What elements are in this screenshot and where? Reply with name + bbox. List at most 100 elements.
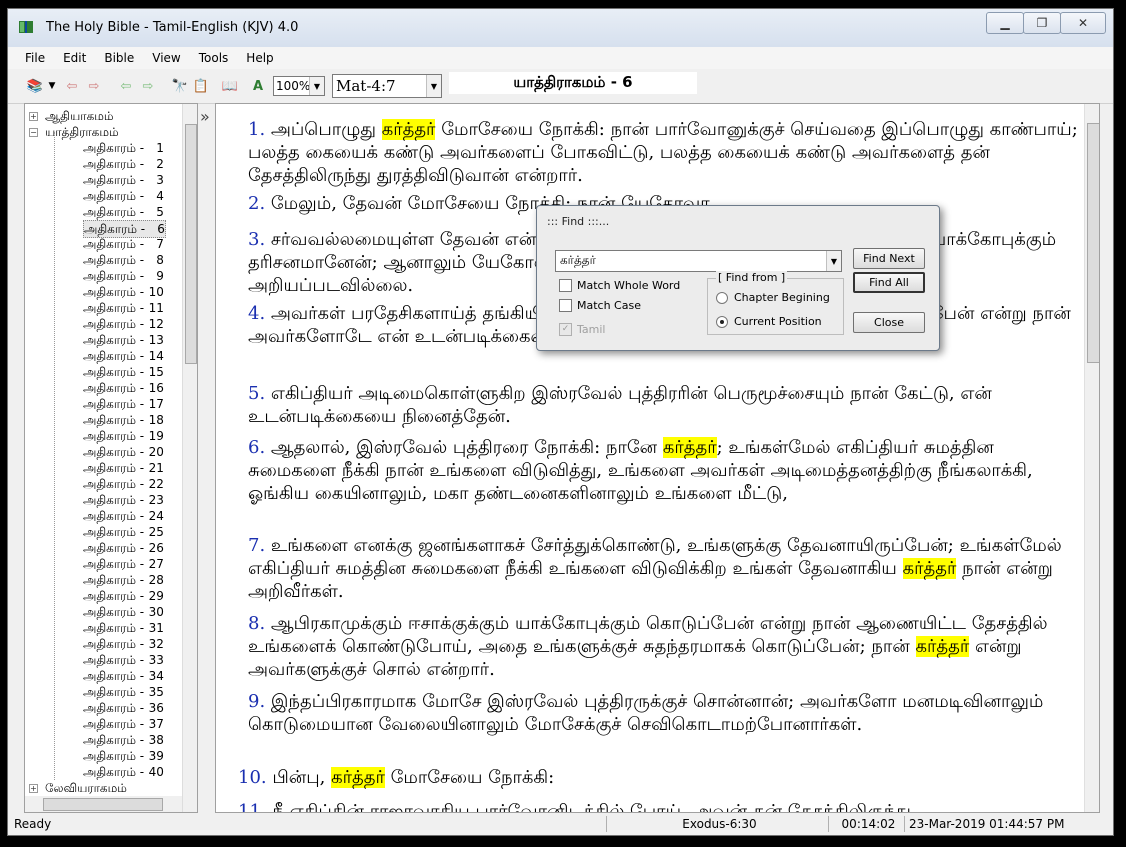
- chevron-down-icon[interactable]: ▼: [426, 75, 441, 97]
- tree-chapter-item[interactable]: அதிகாரம் - 24: [83, 508, 164, 524]
- tree-chapter-number: 23: [148, 493, 164, 507]
- tree-chapter-item[interactable]: அதிகாரம் - 27: [83, 556, 164, 572]
- tree-chapter-number: 16: [148, 381, 164, 395]
- book-icon[interactable]: 📖: [221, 77, 239, 95]
- tree-vertical-scrollbar[interactable]: [182, 104, 197, 812]
- tree-chapter-number: 8: [156, 253, 164, 267]
- tree-chapter-item[interactable]: அதிகாரம் - 31: [83, 620, 164, 636]
- tree-chapter-item[interactable]: அதிகாரம் - 5: [83, 204, 164, 220]
- tree-chapter-item[interactable]: அதிகாரம் - 23: [83, 492, 164, 508]
- tree-chapter-item[interactable]: அதிகாரம் - 30: [83, 604, 164, 620]
- expand-icon[interactable]: +: [29, 784, 38, 793]
- find-all-button[interactable]: Find All: [853, 272, 925, 293]
- find-next-button[interactable]: Find Next: [853, 248, 925, 269]
- tree-chapter-item[interactable]: அதிகாரம் - 9: [83, 268, 164, 284]
- tree-book-item[interactable]: − யாத்திராகமம்: [29, 124, 119, 140]
- next-chapter-icon[interactable]: ⇨: [139, 77, 157, 95]
- book-tree[interactable]: + ஆதியாகமம் − யாத்திராகமம் அதிகாரம் - 1 அதிகா…: [24, 103, 198, 813]
- zoom-select[interactable]: 100% ▼: [273, 76, 325, 96]
- chevron-down-icon[interactable]: ▼: [309, 77, 324, 95]
- verse: 7. உங்களை எனக்கு ஜனங்களாகச் சேர்த்துக்கொ…: [248, 534, 1078, 603]
- tree-chapter-item[interactable]: அதிகாரம் - 33: [83, 652, 164, 668]
- tree-chapter-item[interactable]: அதிகாரம் - 15: [83, 364, 164, 380]
- tree-chapter-item[interactable]: அதிகாரம் - 13: [83, 332, 164, 348]
- forward-arrow-icon[interactable]: ⇨: [85, 77, 103, 95]
- tree-chapter-item[interactable]: அதிகாரம் - 28: [83, 572, 164, 588]
- expand-icon[interactable]: +: [29, 112, 38, 121]
- verse: 8. ஆபிரகாமுக்கும் ஈசாக்குக்கும் யாக்கோபு…: [248, 612, 1078, 681]
- tree-chapter-item[interactable]: அதிகாரம் - 25: [83, 524, 164, 540]
- books-icon[interactable]: 📚: [26, 77, 44, 95]
- content-vertical-scrollbar[interactable]: [1084, 104, 1099, 812]
- menu-tools[interactable]: Tools: [190, 51, 238, 65]
- tree-chapter-item[interactable]: அதிகாரம் - 40: [83, 764, 164, 780]
- tree-chapter-item[interactable]: அதிகாரம் - 39: [83, 748, 164, 764]
- tree-horizontal-scrollbar[interactable]: [25, 796, 182, 812]
- menu-file[interactable]: File: [8, 51, 54, 65]
- tree-chapter-item[interactable]: அதிகாரம் - 37: [83, 716, 164, 732]
- tree-chapter-item[interactable]: அதிகாரம் - 34: [83, 668, 164, 684]
- tree-chapter-item[interactable]: அதிகாரம் - 19: [83, 428, 164, 444]
- minimize-button[interactable]: ▁: [986, 12, 1024, 34]
- tree-chapter-item[interactable]: அதிகாரம் - 8: [83, 252, 164, 268]
- tree-chapter-item[interactable]: அதிகாரம் - 16: [83, 380, 164, 396]
- tree-chapter-item[interactable]: அதிகாரம் - 29: [83, 588, 164, 604]
- status-elapsed: 00:14:02: [828, 816, 904, 832]
- tree-chapter-item[interactable]: அதிகாரம் - 7: [83, 236, 164, 252]
- tree-chapter-item[interactable]: அதிகாரம் - 17: [83, 396, 164, 412]
- tree-chapter-item[interactable]: அதிகாரம் - 21: [83, 460, 164, 476]
- tree-chapter-item[interactable]: அதிகாரம் - 26: [83, 540, 164, 556]
- verse-text: பின்பு,: [272, 767, 332, 788]
- close-window-button[interactable]: ✕: [1060, 12, 1106, 34]
- tree-chapter-item[interactable]: அதிகாரம் - 32: [83, 636, 164, 652]
- tree-chapter-item[interactable]: அதிகாரம் - 20: [83, 444, 164, 460]
- tree-chapter-item[interactable]: அதிகாரம் - 36: [83, 700, 164, 716]
- tree-chapter-item[interactable]: அதிகாரம் - 4: [83, 188, 164, 204]
- back-arrow-icon[interactable]: ⇦: [63, 77, 81, 95]
- tree-chapter-item[interactable]: அதிகாரம் - 3: [83, 172, 164, 188]
- binoculars-icon[interactable]: 🔭: [171, 77, 189, 95]
- title-bar[interactable]: The Holy Bible - Tamil-English (KJV) 4.0…: [8, 9, 1113, 47]
- menu-help[interactable]: Help: [237, 51, 282, 65]
- tree-chapter-number: 20: [148, 445, 164, 459]
- maximize-button[interactable]: ❐: [1023, 12, 1061, 34]
- status-position: Exodus-6:30: [606, 816, 828, 832]
- tree-chapter-item[interactable]: அதிகாரம் - 38: [83, 732, 164, 748]
- tree-chapter-item[interactable]: அதிகாரம் - 22: [83, 476, 164, 492]
- chapter-beginning-radio[interactable]: Chapter Begining: [716, 291, 830, 304]
- tree-book-item[interactable]: + லேவியராகமம்: [29, 780, 127, 796]
- menu-bible[interactable]: Bible: [95, 51, 143, 65]
- tree-chapter-item[interactable]: அதிகாரம் - 10: [83, 284, 164, 300]
- tree-hscroll-thumb[interactable]: [43, 798, 163, 811]
- verse: 9. இந்தப்பிரகாரமாக மோசே இஸ்ரவேல் புத்திர…: [248, 690, 1078, 736]
- menu-view[interactable]: View: [143, 51, 189, 65]
- tree-book-item[interactable]: + ஆதியாகமம்: [29, 108, 114, 124]
- reference-select[interactable]: Mat-4:7 ▼: [332, 74, 442, 98]
- tree-chapter-number: 22: [148, 477, 164, 491]
- tree-chapter-item[interactable]: அதிகாரம் - 2: [83, 156, 164, 172]
- tree-scroll-thumb[interactable]: [185, 124, 197, 364]
- tree-chapter-item[interactable]: அதிகாரம் - 12: [83, 316, 164, 332]
- verse-number: 9.: [248, 691, 271, 712]
- tree-chapter-item[interactable]: அதிகாரம் - 35: [83, 684, 164, 700]
- books-dropdown-icon[interactable]: ▼: [43, 77, 61, 95]
- collapse-panel-icon[interactable]: »: [200, 107, 210, 126]
- tree-chapter-number: 12: [148, 317, 164, 331]
- tree-chapter-item[interactable]: அதிகாரம் - 11: [83, 300, 164, 316]
- copy-icon[interactable]: 📋: [192, 77, 210, 95]
- find-close-button[interactable]: Close: [853, 312, 925, 333]
- collapse-icon[interactable]: −: [29, 128, 38, 137]
- font-icon[interactable]: A: [249, 77, 267, 95]
- content-scroll-thumb[interactable]: [1087, 123, 1099, 363]
- tree-chapter-item[interactable]: அதிகாரம் - 18: [83, 412, 164, 428]
- find-search-combo[interactable]: கர்த்தர் ▼: [555, 250, 842, 272]
- match-case-checkbox[interactable]: Match Case: [559, 299, 641, 312]
- menu-edit[interactable]: Edit: [54, 51, 95, 65]
- tree-book-label: லேவியராகமம்: [45, 781, 127, 795]
- tree-chapter-item[interactable]: அதிகாரம் - 14: [83, 348, 164, 364]
- previous-chapter-icon[interactable]: ⇦: [117, 77, 135, 95]
- current-position-radio[interactable]: Current Position: [716, 315, 822, 328]
- match-whole-word-checkbox[interactable]: Match Whole Word: [559, 279, 680, 292]
- chevron-down-icon[interactable]: ▼: [826, 251, 841, 271]
- tree-chapter-item[interactable]: அதிகாரம் - 1: [83, 140, 164, 156]
